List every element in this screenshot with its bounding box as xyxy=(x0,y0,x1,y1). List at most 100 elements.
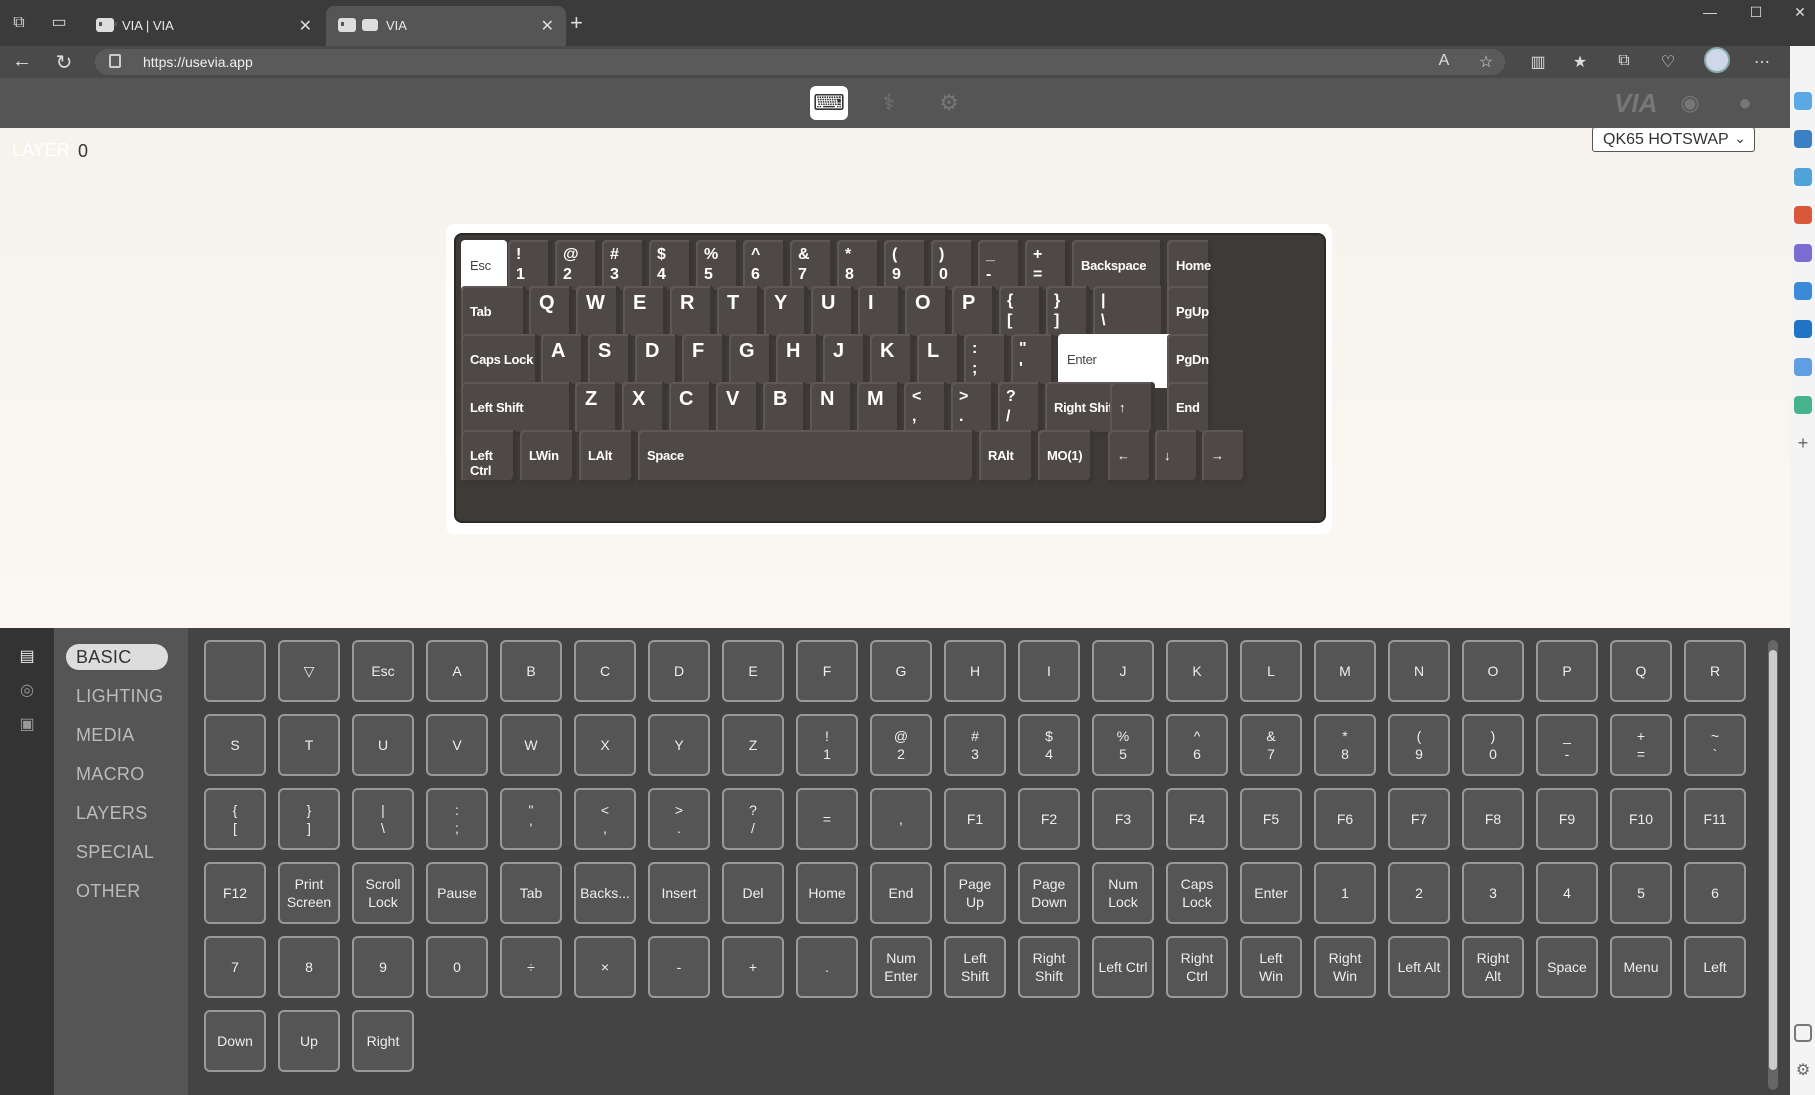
outlook-icon[interactable] xyxy=(1794,320,1812,338)
keyboard-key[interactable]: W xyxy=(576,286,620,340)
keyboard-key[interactable]: Tab xyxy=(461,286,527,340)
keycode-button[interactable]: ? / xyxy=(722,788,784,850)
close-tab-icon[interactable]: ✕ xyxy=(299,16,312,36)
keycode-button[interactable]: 0 xyxy=(426,936,488,998)
keycode-button[interactable]: 4 xyxy=(1536,862,1598,924)
keyboard-key[interactable]: Space xyxy=(638,430,976,484)
keycode-button[interactable]: T xyxy=(278,714,340,776)
keycode-button[interactable]: M xyxy=(1314,640,1376,702)
keycode-button[interactable]: 7 xyxy=(204,936,266,998)
keycode-button[interactable]: A xyxy=(426,640,488,702)
keyboard-key[interactable]: I xyxy=(858,286,902,340)
keycode-button[interactable]: { [ xyxy=(204,788,266,850)
keyboard-key[interactable]: " ' xyxy=(1011,334,1055,388)
keyboard-key[interactable]: Z xyxy=(575,382,619,436)
keycode-button[interactable]: U xyxy=(352,714,414,776)
keycode-button[interactable]: Home xyxy=(796,862,858,924)
keycode-button[interactable]: F10 xyxy=(1610,788,1672,850)
keycode-button[interactable]: - xyxy=(648,936,710,998)
keyboard-key[interactable]: | \ xyxy=(1093,286,1165,340)
keycode-button[interactable] xyxy=(204,640,266,702)
keycode-button[interactable]: Z xyxy=(722,714,784,776)
menu-item-layers[interactable]: LAYERS xyxy=(66,800,168,826)
keycode-button[interactable]: Print Screen xyxy=(278,862,340,924)
keycode-button[interactable]: X xyxy=(574,714,636,776)
keyboard-key[interactable]: V xyxy=(716,382,760,436)
keycode-button[interactable]: Num Lock xyxy=(1092,862,1154,924)
keycode-button[interactable]: % 5 xyxy=(1092,714,1154,776)
discord-icon[interactable]: ◉ xyxy=(1676,90,1704,116)
keycode-button[interactable]: F7 xyxy=(1388,788,1450,850)
keycode-button[interactable]: P xyxy=(1536,640,1598,702)
keycode-button[interactable]: Left Alt xyxy=(1388,936,1450,998)
keycode-button[interactable]: × xyxy=(574,936,636,998)
keyboard-key[interactable]: LAlt xyxy=(579,430,635,484)
keyboard-key[interactable]: {[ xyxy=(999,286,1043,340)
keycode-button[interactable]: > . xyxy=(648,788,710,850)
office-icon[interactable] xyxy=(1794,282,1812,300)
keycode-button[interactable]: F5 xyxy=(1240,788,1302,850)
keymap-tab-icon[interactable]: ▤ xyxy=(17,646,37,666)
keycode-button[interactable]: F2 xyxy=(1018,788,1080,850)
keycode-button[interactable]: < , xyxy=(574,788,636,850)
keycode-button[interactable]: ^ 6 xyxy=(1166,714,1228,776)
keyboard-key[interactable]: H xyxy=(776,334,820,388)
stethoscope-icon[interactable]: ⚕ xyxy=(870,86,908,120)
keycode-button[interactable]: | \ xyxy=(352,788,414,850)
menu-item-special[interactable]: SPECIAL xyxy=(66,839,168,865)
address-bar[interactable]: https://usevia.app xyxy=(95,49,1505,75)
keyboard-key[interactable]: :; xyxy=(964,334,1008,388)
menu-item-basic[interactable]: BASIC xyxy=(66,644,168,670)
keycode-button[interactable]: F6 xyxy=(1314,788,1376,850)
scrollbar-thumb[interactable] xyxy=(1769,650,1777,1070)
keycode-button[interactable]: 3 xyxy=(1462,862,1524,924)
keycode-button[interactable]: 8 xyxy=(278,936,340,998)
keycode-button[interactable]: ) 0 xyxy=(1462,714,1524,776)
keyboard-key[interactable]: Y xyxy=(764,286,808,340)
keycode-button[interactable]: J xyxy=(1092,640,1154,702)
keyboard-key[interactable]: J xyxy=(823,334,867,388)
browser-tab-via-via[interactable]: VIA | VIA ✕ xyxy=(84,6,324,46)
keycode-button[interactable]: Caps Lock xyxy=(1166,862,1228,924)
keycode-button[interactable]: Right Ctrl xyxy=(1166,936,1228,998)
keycode-button[interactable]: B xyxy=(500,640,562,702)
search-icon[interactable] xyxy=(1794,130,1812,148)
keycode-button[interactable]: Up xyxy=(278,1010,340,1072)
keycode-button[interactable]: } ] xyxy=(278,788,340,850)
shopping-icon[interactable] xyxy=(1794,168,1812,186)
keycode-button[interactable]: * 8 xyxy=(1314,714,1376,776)
menu-item-media[interactable]: MEDIA xyxy=(66,722,168,748)
keyboard-icon[interactable]: ⌨ xyxy=(810,86,848,120)
keycode-button[interactable]: N xyxy=(1388,640,1450,702)
keycode-button[interactable]: F1 xyxy=(944,788,1006,850)
keyboard-key[interactable]: P xyxy=(952,286,996,340)
keycode-button[interactable]: Q xyxy=(1610,640,1672,702)
keyboard-key[interactable]: K xyxy=(870,334,914,388)
drop-icon[interactable] xyxy=(1794,396,1812,414)
keycode-button[interactable]: W xyxy=(500,714,562,776)
keycode-button[interactable]: + = xyxy=(1610,714,1672,776)
keycode-button[interactable]: Tab xyxy=(500,862,562,924)
keyboard-key[interactable]: RAlt xyxy=(979,430,1035,484)
keyboard-key[interactable]: ↑ xyxy=(1110,382,1155,436)
keycode-button[interactable]: : ; xyxy=(426,788,488,850)
keycode-button[interactable]: End xyxy=(870,862,932,924)
keyboard-key[interactable]: N xyxy=(810,382,854,436)
keyboard-key[interactable]: ? / xyxy=(998,382,1042,436)
keycode-button[interactable]: ( 9 xyxy=(1388,714,1450,776)
keyboard-key[interactable]: <, xyxy=(904,382,948,436)
keycode-button[interactable]: Right Win xyxy=(1314,936,1376,998)
save-load-tab-icon[interactable]: ▣ xyxy=(17,714,37,734)
keyboard-key[interactable]: PgUp xyxy=(1167,286,1212,340)
collections-icon[interactable]: ⧉ xyxy=(1612,52,1636,70)
keycode-button[interactable]: ~ ` xyxy=(1684,714,1746,776)
keycode-button[interactable]: " ' xyxy=(500,788,562,850)
keycode-button[interactable]: D xyxy=(648,640,710,702)
keyboard-select[interactable]: QK65 HOTSWAP ⌄ xyxy=(1592,127,1755,152)
keycode-button[interactable]: = xyxy=(796,788,858,850)
keycode-button[interactable]: Pause xyxy=(426,862,488,924)
keyboard-key[interactable]: F xyxy=(682,334,726,388)
keycode-button[interactable]: Down xyxy=(204,1010,266,1072)
keyboard-key[interactable]: LWin xyxy=(520,430,576,484)
keycode-button[interactable]: Del xyxy=(722,862,784,924)
